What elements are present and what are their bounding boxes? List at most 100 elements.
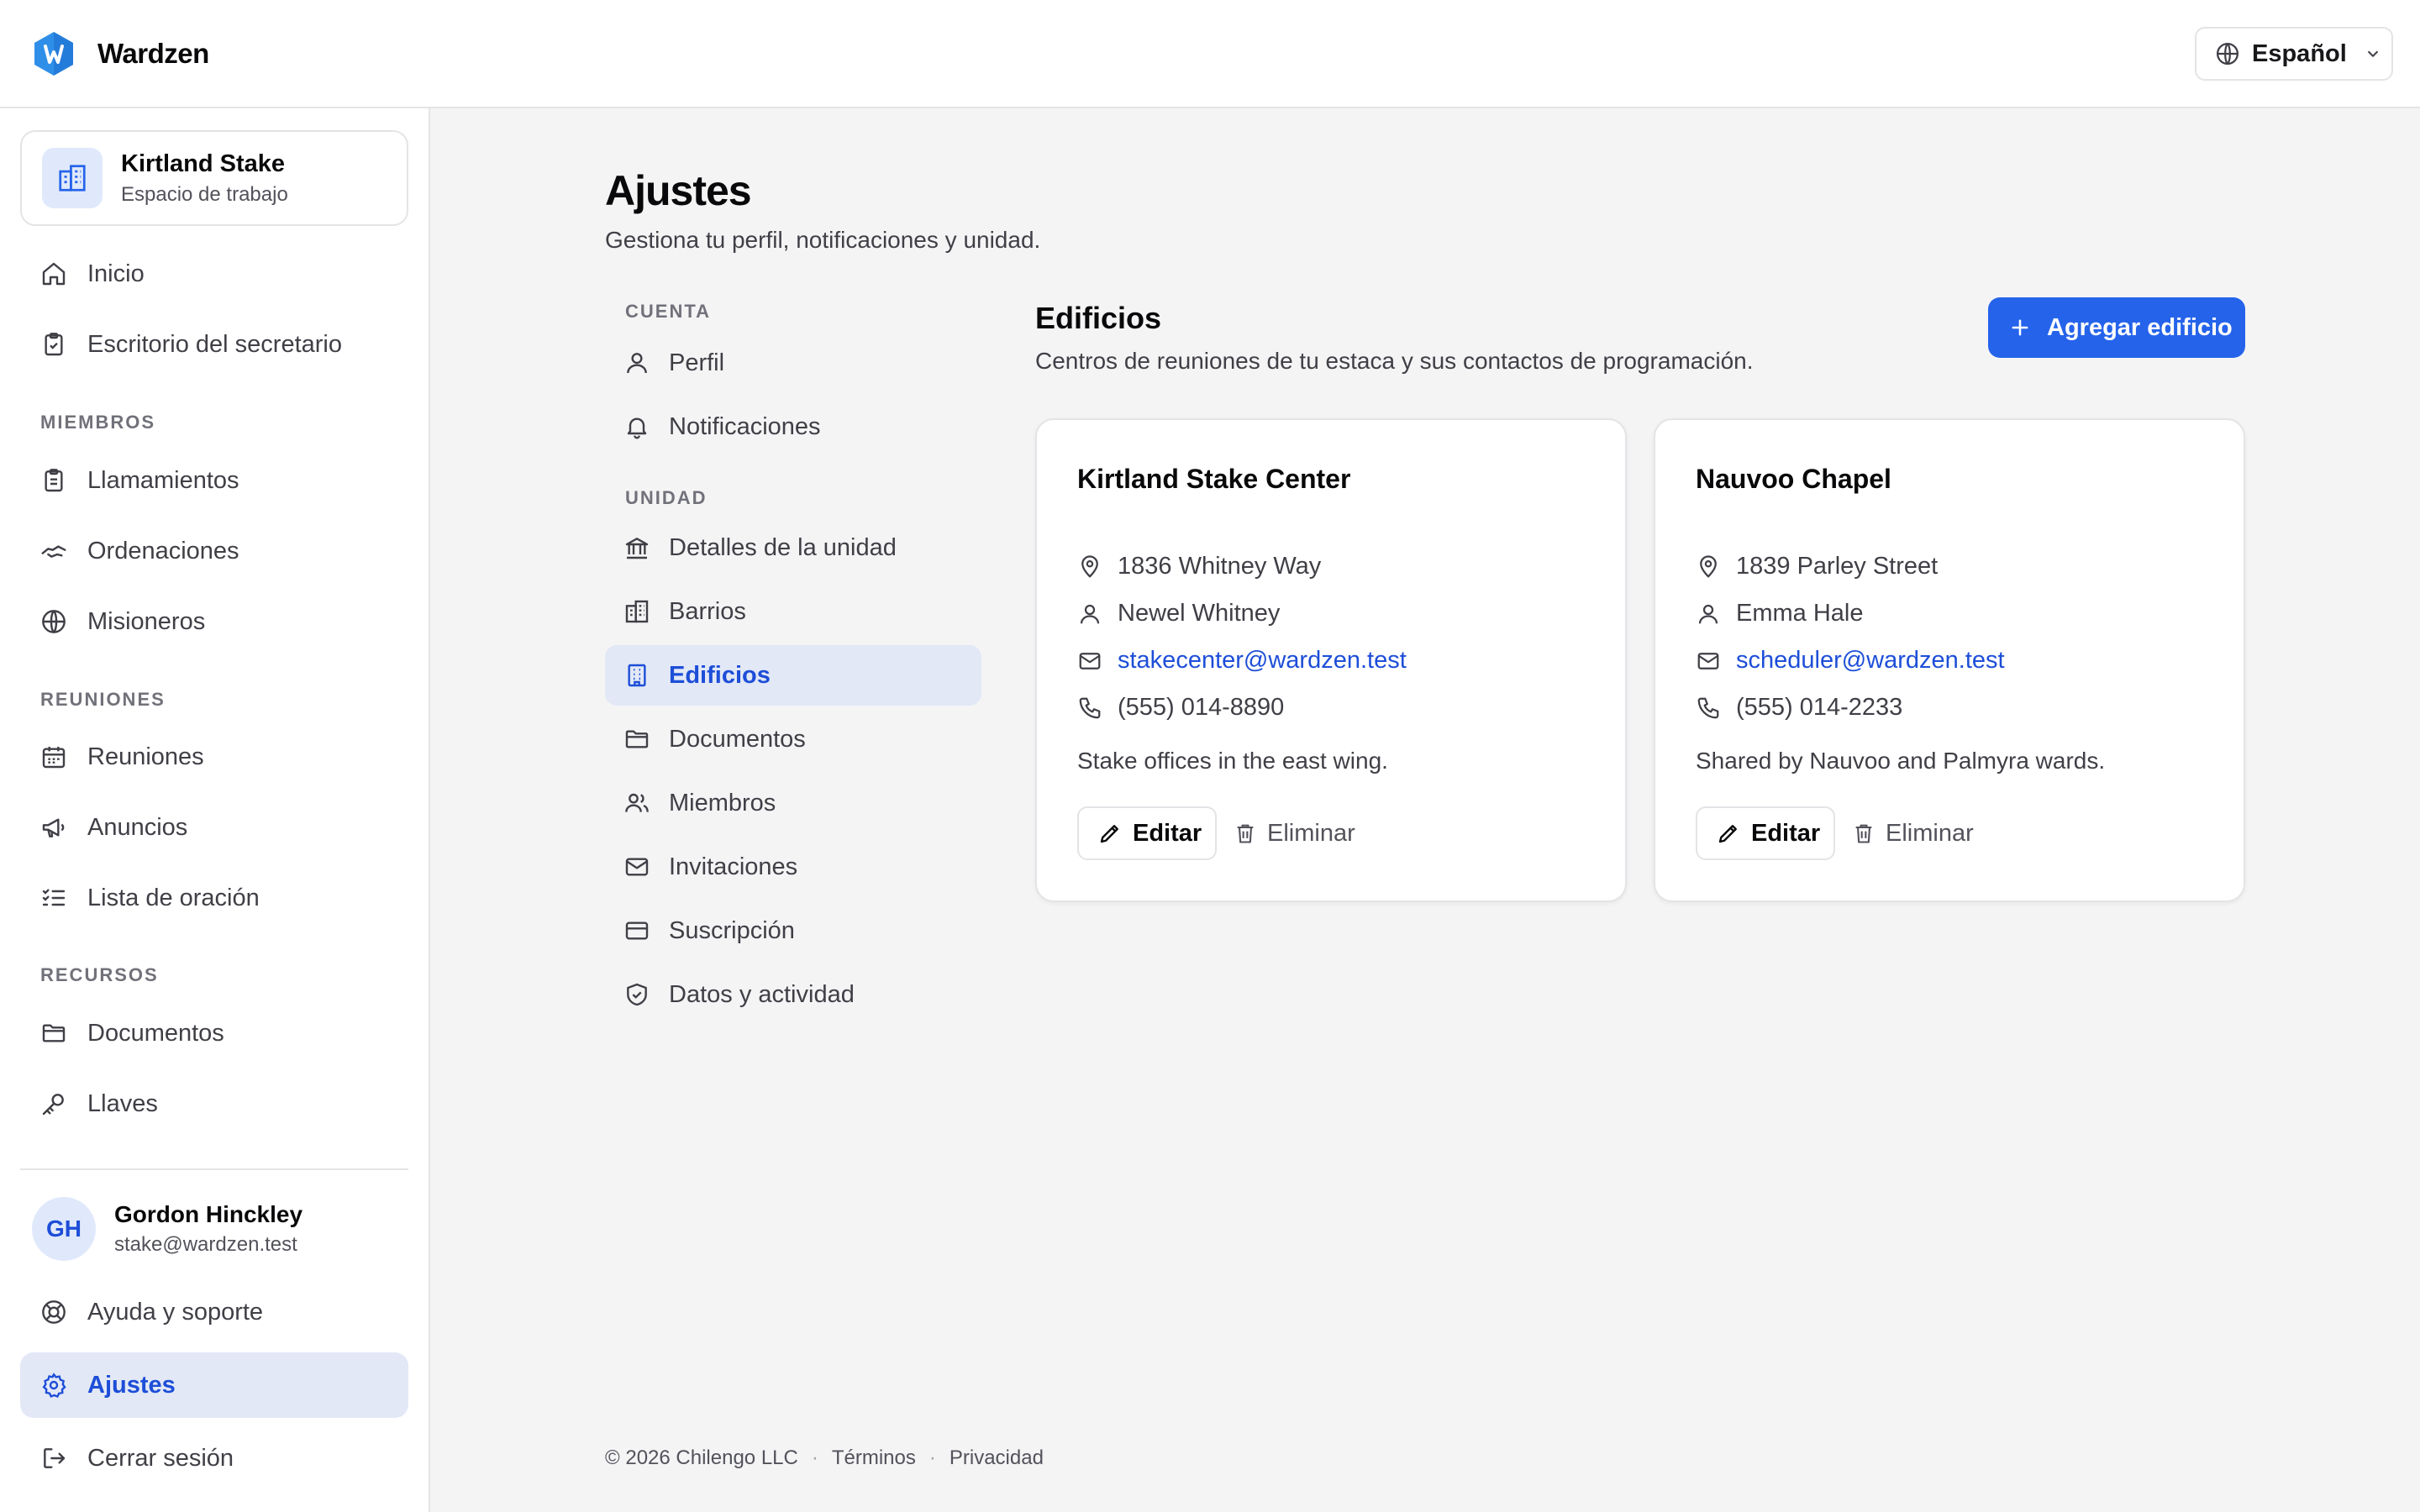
settings-item-edificios[interactable]: Edificios <box>605 645 981 706</box>
clipboard-icon <box>45 333 63 356</box>
settings-item-label: Miembros <box>669 789 776 816</box>
sidebar-item-ajustes[interactable]: Ajustes <box>20 1352 408 1418</box>
settings-item-label: Edificios <box>669 661 771 689</box>
building-address: 1839 Parley Street <box>1696 553 1938 580</box>
chevron-down-icon <box>2367 50 2379 58</box>
settings-item-detalles-unidad[interactable]: Detalles de la unidad <box>605 517 981 578</box>
settings-item-suscripcion[interactable]: Suscripción <box>605 900 981 961</box>
settings-item-perfil[interactable]: Perfil <box>605 333 981 393</box>
sidebar-item-misioneros[interactable]: Misioneros <box>20 591 408 652</box>
sidebar-item-llamamientos[interactable]: Llamamientos <box>20 450 408 511</box>
handshake-icon <box>41 545 66 559</box>
key-icon <box>42 1094 64 1116</box>
delete-label: Eliminar <box>1886 819 1974 847</box>
home-icon <box>42 262 66 286</box>
settings-item-barrios[interactable]: Barrios <box>605 581 981 642</box>
list-checks-icon <box>42 889 66 906</box>
workspace-switcher[interactable]: Kirtland Stake Espacio de trabajo <box>20 130 408 226</box>
sidebar-item-label: Documentos <box>87 1019 224 1047</box>
page-subtitle: Gestiona tu perfil, notificaciones y uni… <box>605 227 1041 253</box>
bell-icon <box>627 417 647 439</box>
sidebar-item-ordenaciones[interactable]: Ordenaciones <box>20 521 408 581</box>
app-name: Wardzen <box>97 38 209 69</box>
brand[interactable]: Wardzen <box>32 30 209 77</box>
users-icon <box>625 793 649 812</box>
avatar: GH <box>32 1197 96 1261</box>
settings-item-label: Documentos <box>669 725 806 753</box>
privacy-link[interactable]: Privacidad <box>950 1446 1044 1470</box>
sidebar-item-cerrar-sesion[interactable]: Cerrar sesión <box>20 1428 408 1488</box>
sidebar-item-label: Ajustes <box>87 1371 176 1399</box>
clipboard-list-icon <box>45 469 63 492</box>
section-subtitle: Centros de reuniones de tu estaca y sus … <box>1035 348 1754 374</box>
sidebar-item-label: Inicio <box>87 260 145 287</box>
megaphone-icon <box>42 818 65 837</box>
building-phone: (555) 014-8890 <box>1077 694 1284 722</box>
address-text: 1836 Whitney Way <box>1118 553 1322 580</box>
page-title: Ajustes <box>605 167 752 214</box>
user-profile[interactable]: GH Gordon Hinckley stake@wardzen.test <box>32 1197 302 1261</box>
buildings-icon <box>625 600 649 623</box>
user-icon <box>1080 604 1100 623</box>
top-bar: Wardzen Español <box>0 0 2420 108</box>
contact-text: Emma Hale <box>1736 600 1864 627</box>
footer-separator: · <box>811 1446 818 1469</box>
sidebar-item-inicio[interactable]: Inicio <box>20 244 408 304</box>
settings-item-label: Suscripción <box>669 916 795 944</box>
logout-icon <box>44 1448 66 1468</box>
sidebar-item-anuncios[interactable]: Anuncios <box>20 797 408 858</box>
settings-item-miembros[interactable]: Miembros <box>605 773 981 833</box>
language-label: Español <box>2252 39 2347 67</box>
settings-item-label: Notificaciones <box>669 412 821 440</box>
delete-button[interactable]: Eliminar <box>1847 806 1974 860</box>
globe-icon <box>2217 43 2238 65</box>
section-label-recursos: RECURSOS <box>40 964 159 985</box>
settings-item-invitaciones[interactable]: Invitaciones <box>605 837 981 897</box>
settings-item-label: Detalles de la unidad <box>669 533 897 561</box>
folder-icon <box>42 1024 66 1042</box>
folder-icon <box>625 730 649 748</box>
building-phone: (555) 014-2233 <box>1696 694 1902 722</box>
sidebar-item-documentos[interactable]: Documentos <box>20 1003 408 1063</box>
workspace-subtitle: Espacio de trabajo <box>121 182 288 206</box>
sidebar-item-label: Llaves <box>87 1089 158 1117</box>
shield-check-icon <box>627 983 647 1006</box>
settings-item-datos-actividad[interactable]: Datos y actividad <box>605 964 981 1025</box>
user-email: stake@wardzen.test <box>114 1233 297 1256</box>
address-text: 1839 Parley Street <box>1736 553 1939 580</box>
building-card: Kirtland Stake Center 1836 Whitney Way N… <box>1035 418 1627 902</box>
workspace-name: Kirtland Stake <box>121 150 285 177</box>
sidebar-item-ayuda[interactable]: Ayuda y soporte <box>20 1282 408 1342</box>
delete-button[interactable]: Eliminar <box>1228 806 1355 860</box>
terms-link[interactable]: Términos <box>832 1446 916 1470</box>
sidebar-item-lista-oracion[interactable]: Lista de oración <box>20 868 408 928</box>
email-link[interactable]: stakecenter@wardzen.test <box>1118 647 1407 675</box>
sidebar-item-llaves[interactable]: Llaves <box>20 1074 408 1134</box>
settings-item-notificaciones[interactable]: Notificaciones <box>605 396 981 457</box>
sidebar-item-label: Escritorio del secretario <box>87 330 342 358</box>
email-link[interactable]: scheduler@wardzen.test <box>1736 647 2005 675</box>
settings-item-documentos[interactable]: Documentos <box>605 709 981 769</box>
user-icon <box>1698 604 1718 623</box>
sidebar-item-label: Anuncios <box>87 813 188 841</box>
mail-icon <box>1697 652 1719 669</box>
footer-separator: · <box>929 1446 936 1469</box>
sidebar-item-label: Llamamientos <box>87 466 239 494</box>
building-card: Nauvoo Chapel 1839 Parley Street Emma Ha… <box>1654 418 2245 902</box>
mail-icon <box>1079 652 1101 669</box>
edit-button[interactable]: Editar <box>1696 806 1835 860</box>
building-icon <box>42 148 103 208</box>
phone-text: (555) 014-2233 <box>1736 694 1903 721</box>
add-building-button[interactable]: Agregar edificio <box>1988 297 2245 358</box>
section-label-miembros: MIEMBROS <box>40 412 155 433</box>
phone-icon <box>1697 697 1719 718</box>
sidebar-item-reuniones[interactable]: Reuniones <box>20 727 408 787</box>
plus-icon <box>2012 319 2028 336</box>
settings-item-label: Invitaciones <box>669 853 798 880</box>
building-note: Stake offices in the east wing. <box>1077 748 1388 774</box>
edit-label: Editar <box>1751 819 1821 847</box>
language-select[interactable]: Español <box>2195 27 2393 81</box>
sidebar-item-label: Lista de oración <box>87 884 260 911</box>
edit-button[interactable]: Editar <box>1077 806 1217 860</box>
sidebar-item-escritorio[interactable]: Escritorio del secretario <box>20 314 408 375</box>
